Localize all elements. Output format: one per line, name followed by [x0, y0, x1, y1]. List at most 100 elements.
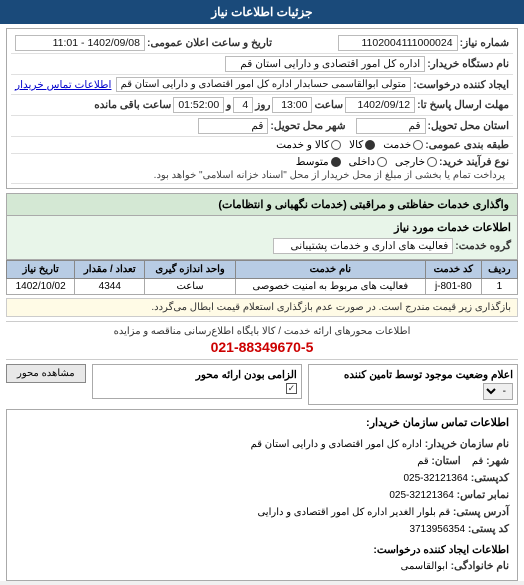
service-header-title: واگذاری خدمات حفاظتی و مراقبتی (خدمات نگ… — [218, 199, 509, 211]
col-name: نام خدمت — [235, 261, 425, 279]
type-both-option[interactable]: کالا و خدمت — [276, 139, 341, 151]
group-label: گروه خدمت: — [455, 240, 511, 252]
budget-checkbox[interactable] — [286, 383, 297, 394]
date-value: 1402/09/08 - 11:01 — [15, 35, 145, 51]
offer-type-dakheli-option[interactable]: داخلی — [349, 156, 387, 168]
city-label: استان محل تحویل: — [428, 120, 509, 132]
service-sub-section: اطلاعات خدمات مورد نیاز گروه خدمت: فعالی… — [6, 216, 518, 260]
type-khadamat-option[interactable]: خدمت — [383, 139, 423, 151]
order-info-section: شماره نیاز: 1102004111000024 تاریخ و ساع… — [6, 28, 518, 189]
type-both-label: کالا و خدمت — [276, 139, 329, 151]
budget-label: الزامی بودن ارائه محور — [97, 369, 297, 381]
col-code: کد خدمت — [425, 261, 481, 279]
order-number-row: شماره نیاز: 1102004111000024 تاریخ و ساع… — [11, 33, 513, 54]
remaining-label: و — [226, 99, 231, 111]
header-title: جزئیات اطلاعات نیاز — [211, 5, 312, 19]
requester-name-row: نام خانوادگی: ابوالقاسمی — [15, 558, 509, 575]
address-label: آدرس پستی: — [453, 506, 509, 518]
site-phone: 021-88349670-5 — [10, 339, 514, 355]
note-box: بازگذاری زیر قیمت مندرج است. در صورت عدم… — [6, 298, 518, 317]
offer-type-radio-group: خارجی داخلی متوسط — [296, 156, 437, 168]
order-number-value: 1102004111000024 — [338, 35, 458, 51]
send-time-value: 13:00 — [272, 97, 312, 113]
postal-code2-row: کد پستی: 3713956354 — [15, 521, 509, 538]
budget-section: اعلام وضعیت موجود توسط تامین کننده - الز… — [6, 364, 518, 405]
type-radio-group: خدمت کالا کالا و خدمت — [276, 139, 423, 151]
agency-value: اداره کل امور اقتصادی و دارایی استان قم — [225, 56, 425, 72]
offer-type-khariji-label: خارجی — [395, 156, 425, 168]
contact-info-box: اطلاعات تماس سازمان خریدار: نام سازمان خ… — [6, 409, 518, 581]
postal-code-row: کدپستی: 32121364-025 — [15, 470, 509, 487]
site-banner: اطلاعات محورهای ارائه خدمت / کالا بایگاه… — [6, 321, 518, 360]
type-label: طبقه بندی عمومی: — [425, 139, 509, 151]
page-header: جزئیات اطلاعات نیاز — [0, 0, 524, 24]
offer-type-khariji-option[interactable]: خارجی — [395, 156, 437, 168]
offer-type-row: نوع فرآیند خرید: خارجی داخلی متوسط پرداخ… — [11, 154, 513, 184]
service-subtitle-row: اطلاعات خدمات مورد نیاز — [13, 219, 511, 236]
send-date-value: 1402/09/12 — [345, 97, 415, 113]
days-value: 4 — [233, 97, 253, 113]
postal-code2: 3713956354 — [409, 524, 465, 535]
requester-section: اطلاعات ایجاد کننده درخواست: — [15, 542, 509, 559]
table-row: 1j-801-80فعالیت های مربوط به امنیت خصوصی… — [7, 279, 518, 295]
address: قم بلوار الغدیر اداره کل امور اقتصادی و … — [257, 507, 450, 518]
address-row: آدرس پستی: قم بلوار الغدیر اداره کل امور… — [15, 504, 509, 521]
send-date-row: مهلت ارسال پاسخ تا: 1402/09/12 ساعت 13:0… — [11, 95, 513, 116]
city-row: استان محل تحویل: قم شهر محل تحویل: قم — [11, 116, 513, 137]
offer-type-label: نوع فرآیند خرید: — [439, 156, 509, 168]
offer-type-selected-label: متوسط — [296, 156, 329, 168]
send-date-label: مهلت ارسال پاسخ تا: — [417, 99, 509, 111]
fax-label: نمابر تماس: — [457, 489, 509, 501]
send-time-label: ساعت — [314, 99, 343, 111]
col-date: تاریخ نیاز — [7, 261, 75, 279]
city-label-c: شهر: — [486, 455, 509, 467]
buyer-name: اداره کل امور اقتصادی و دارایی استان قم — [251, 439, 422, 450]
date-label: تاریخ و ساعت اعلان عمومی: — [147, 37, 272, 49]
fax-row: نمابر تماس: 32121364-025 — [15, 487, 509, 504]
request-place-value: متولی ابوالقاسمی حسابدار اداره کل امور ا… — [116, 77, 412, 92]
contact-link[interactable]: اطلاعات تماس خریدار — [15, 79, 111, 91]
table-cell-qty: 4344 — [75, 279, 145, 295]
note-text: بازگذاری زیر قیمت مندرج است. در صورت عدم… — [151, 302, 511, 313]
view-btn-container: مشاهده محور — [6, 364, 86, 387]
province-c: قم — [417, 456, 428, 467]
days-label: روز — [255, 99, 270, 111]
service-subtitle: اطلاعات خدمات مورد نیاز — [394, 221, 511, 234]
agency-row: نام دستگاه خریدار: اداره کل امور اقتصادی… — [11, 54, 513, 75]
remaining-time-value: 01:52:00 — [173, 97, 224, 113]
supplier-box: اعلام وضعیت موجود توسط تامین کننده - — [308, 364, 518, 405]
offer-note: پرداخت تمام یا بخشی از مبلغ از محل خریدا… — [154, 170, 505, 181]
buyer-name-label: نام سازمان خریدار: — [425, 438, 509, 450]
type-kala-option[interactable]: کالا — [349, 139, 375, 151]
agency-label: نام دستگاه خریدار: — [427, 58, 509, 70]
radio-both-icon — [331, 140, 341, 150]
site-banner-text: اطلاعات محورهای ارائه خدمت / کالا بایگاه… — [10, 326, 514, 337]
offer-type-dakheli-label: داخلی — [349, 156, 375, 168]
radio-kala-icon — [365, 140, 375, 150]
type-kala-label: کالا — [349, 139, 363, 151]
city2-label: شهر محل تحویل: — [270, 120, 345, 132]
buyer-name-row: نام سازمان خریدار: اداره کل امور اقتصادی… — [15, 436, 509, 453]
table-cell-num: 1 — [481, 279, 517, 295]
col-num: ردیف — [481, 261, 517, 279]
group-value: فعالیت های اداری و خدمات پشتیبانی — [273, 238, 453, 254]
city2-value: قم — [198, 118, 268, 134]
table-cell-name: فعالیت های مربوط به امنیت خصوصی — [235, 279, 425, 295]
request-place-row: ایجاد کننده درخواست: متولی ابوالقاسمی حس… — [11, 75, 513, 95]
offer-type-selected-option[interactable]: متوسط — [296, 156, 341, 168]
requester-name: ابوالقاسمی — [401, 561, 448, 572]
request-place-label: ایجاد کننده درخواست: — [413, 79, 509, 91]
fax: 32121364-025 — [389, 490, 454, 501]
view-button[interactable]: مشاهده محور — [6, 364, 86, 383]
budget-box: الزامی بودن ارائه محور — [92, 364, 302, 399]
service-group-row: گروه خدمت: فعالیت های اداری و خدمات پشتی… — [13, 236, 511, 256]
radio-khariji-icon — [427, 157, 437, 167]
col-qty: تعداد / مقدار — [75, 261, 145, 279]
col-unit: واحد اندازه گیری — [145, 261, 235, 279]
city-c: قم — [472, 456, 483, 467]
table-cell-date: 1402/10/02 — [7, 279, 75, 295]
table-cell-code: j-801-80 — [425, 279, 481, 295]
service-header: واگذاری خدمات حفاظتی و مراقبتی (خدمات نگ… — [6, 193, 518, 216]
supplier-select[interactable]: - — [483, 383, 513, 400]
order-number-label: شماره نیاز: — [460, 37, 509, 49]
